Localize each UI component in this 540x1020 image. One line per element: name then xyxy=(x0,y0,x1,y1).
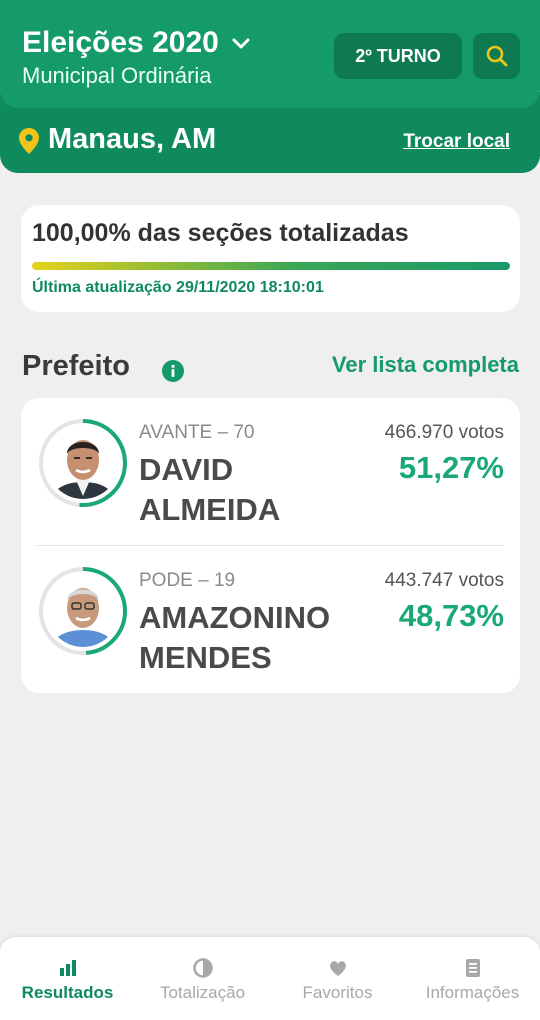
section-title: Prefeito xyxy=(22,350,130,382)
candidate-votes: 466.970 votos xyxy=(384,422,504,443)
candidate-percent: 51,27% xyxy=(398,450,504,485)
candidate-row[interactable]: PODE – 19 AMAZONINO MENDES 443.747 votos… xyxy=(21,556,520,696)
nav-label: Favoritos xyxy=(302,983,373,1002)
nav-item-resultados[interactable]: Resultados xyxy=(0,937,135,1017)
candidate-party: PODE – 19 xyxy=(139,570,236,591)
info-icon[interactable] xyxy=(162,360,184,382)
totalization-progress-bar xyxy=(32,262,510,270)
pie-chart-icon xyxy=(192,958,213,978)
turno-button[interactable]: 2º TURNO xyxy=(334,33,462,79)
candidate-percent: 48,73% xyxy=(398,598,504,633)
candidate-votes: 443.747 votos xyxy=(384,570,504,591)
see-full-list-link[interactable]: Ver lista completa xyxy=(332,352,519,378)
nav-item-favoritos[interactable]: Favoritos xyxy=(270,937,405,1017)
chevron-down-icon[interactable] xyxy=(229,31,253,55)
city-name: Manaus, AM xyxy=(48,123,217,155)
totalization-title: 100,00% das seções totalizadas xyxy=(32,219,409,247)
candidate-party: AVANTE – 70 xyxy=(139,422,255,443)
election-selector[interactable]: Eleições 2020 xyxy=(22,26,253,60)
change-location-link[interactable]: Trocar local xyxy=(403,131,510,153)
nav-item-informacoes[interactable]: Informações xyxy=(405,937,540,1017)
candidate-avatar xyxy=(39,567,127,655)
nav-label: Resultados xyxy=(21,983,114,1002)
totalization-progress-fill xyxy=(32,262,510,270)
nav-label: Informações xyxy=(425,983,520,1002)
divider xyxy=(37,545,504,546)
nav-item-totalizacao[interactable]: Totalização xyxy=(135,937,270,1017)
nav-label: Totalização xyxy=(159,983,246,1002)
last-update-text: Última atualização 29/11/2020 18:10:01 xyxy=(32,279,324,296)
search-button[interactable] xyxy=(473,33,520,79)
candidates-card: AVANTE – 70 DAVID ALMEIDA 466.970 votos … xyxy=(21,398,520,693)
election-title[interactable]: Eleições 2020 xyxy=(22,26,219,60)
bar-chart-icon xyxy=(59,960,76,976)
search-icon xyxy=(486,45,507,67)
election-subtitle: Municipal Ordinária xyxy=(22,63,212,88)
app-header: Eleições 2020 Municipal Ordinária 2º TUR… xyxy=(0,0,540,108)
document-icon xyxy=(465,959,480,977)
candidate-row[interactable]: AVANTE – 70 DAVID ALMEIDA 466.970 votos … xyxy=(21,408,520,548)
location-pin-icon xyxy=(19,128,39,154)
candidate-name: DAVID ALMEIDA xyxy=(139,452,281,527)
totalization-card: 100,00% das seções totalizadas Última at… xyxy=(21,205,520,312)
bottom-navigation: Resultados Totalização Favoritos Informa… xyxy=(0,937,540,1020)
candidate-avatar xyxy=(39,419,127,507)
candidate-name: AMAZONINO MENDES xyxy=(139,600,331,675)
heart-icon xyxy=(329,961,346,976)
